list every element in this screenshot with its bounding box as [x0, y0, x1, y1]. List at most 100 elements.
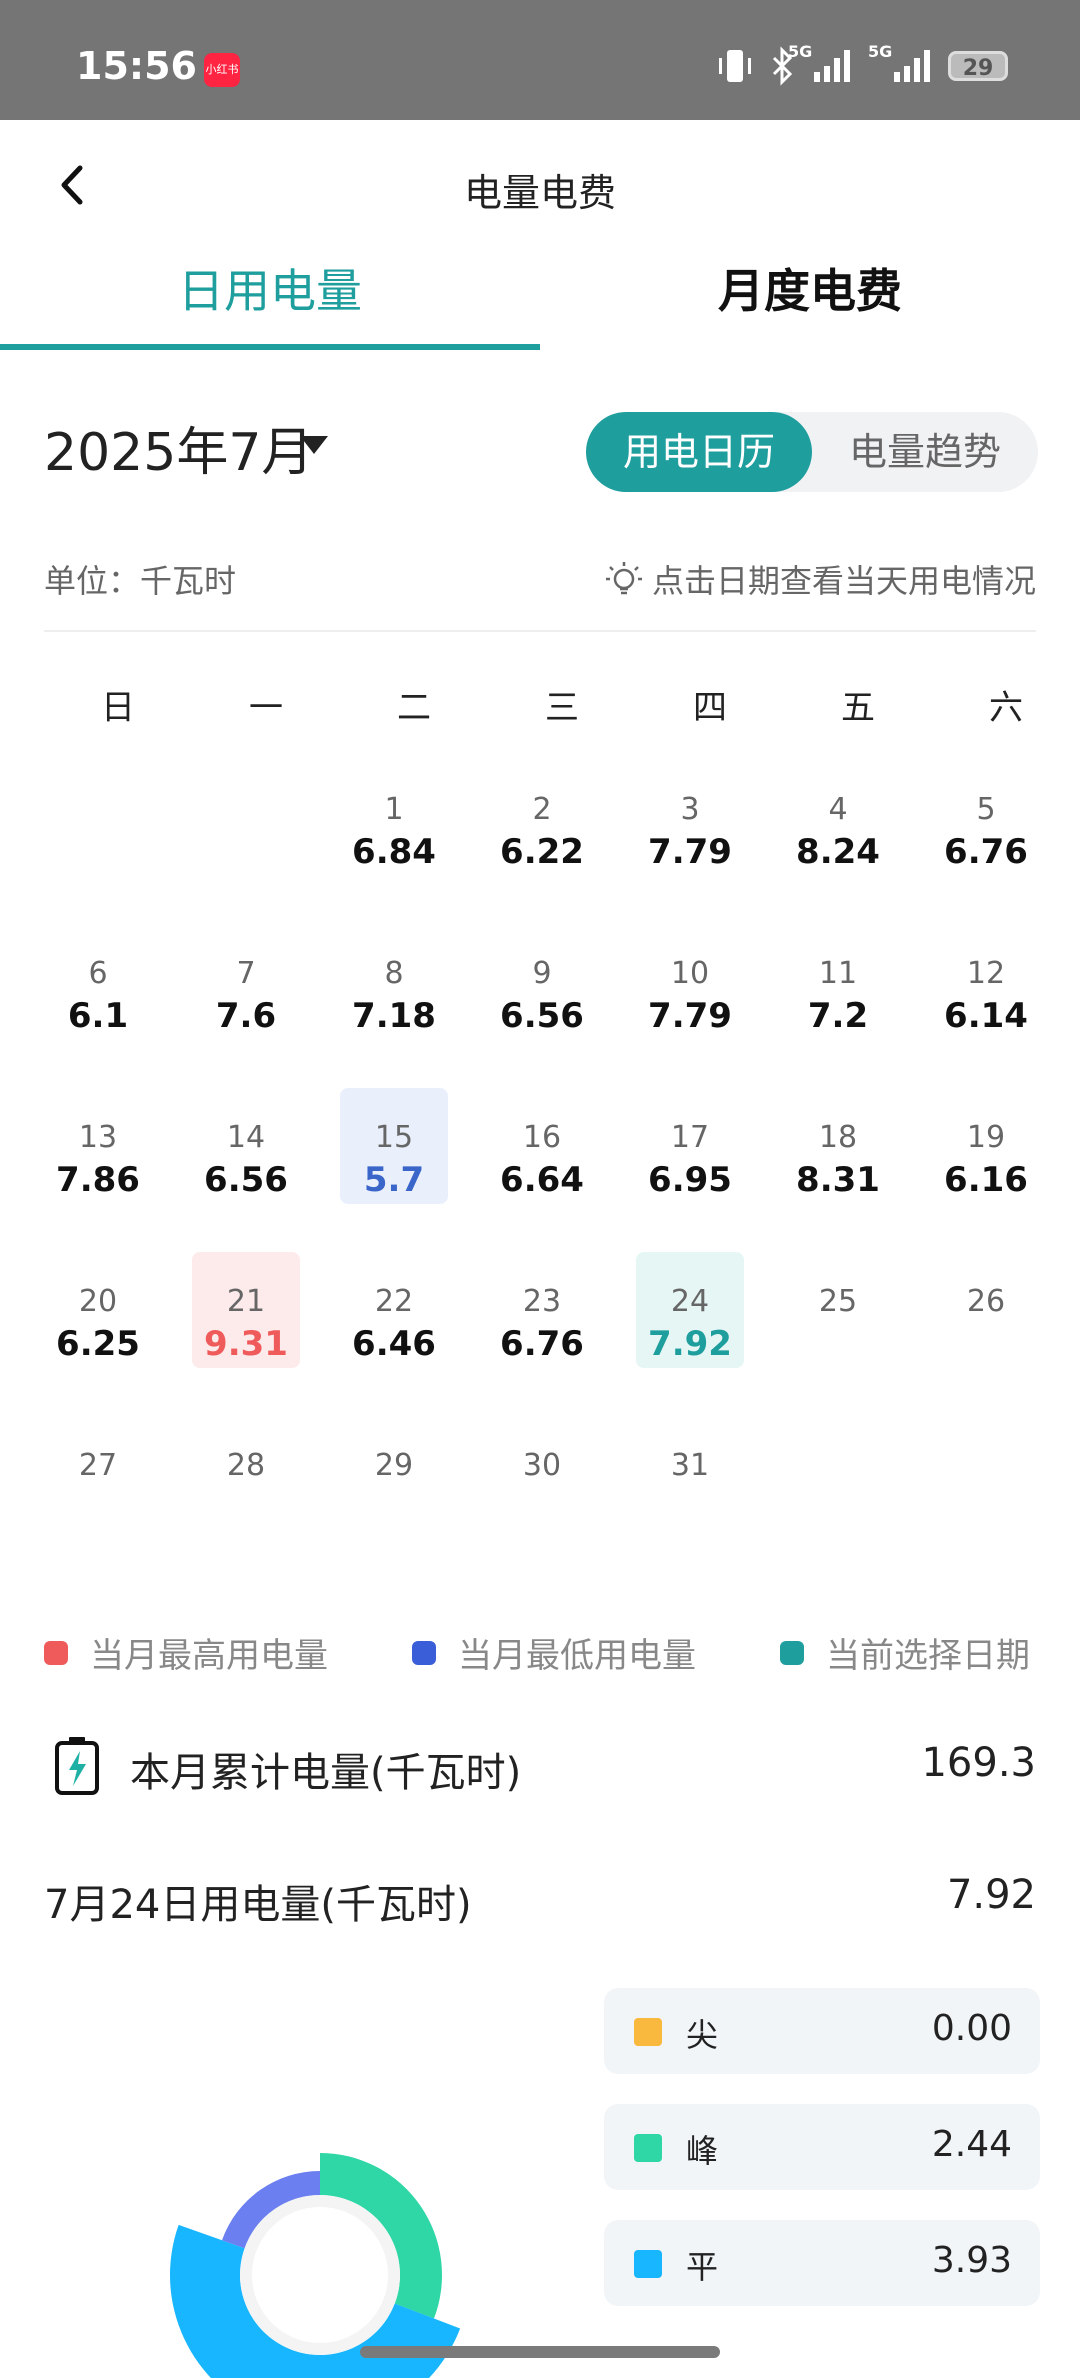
calendar-day[interactable]: 23 6.76 — [488, 1252, 596, 1368]
weekday-fri: 五 — [841, 688, 875, 728]
calendar-day-number: 5 — [976, 792, 996, 827]
toggle-trend[interactable]: 电量趋势 — [812, 412, 1038, 492]
calendar-day[interactable]: 18 8.31 — [784, 1088, 892, 1204]
calendar-day[interactable]: 7 7.6 — [192, 924, 300, 1040]
legend-selected-label: 当前选择日期 — [826, 1636, 1030, 1676]
calendar-day[interactable]: 12 6.14 — [932, 924, 1040, 1040]
calendar-day-number: 24 — [670, 1284, 710, 1319]
weekday-sun: 日 — [101, 688, 135, 728]
month-total-label: 本月累计电量(千瓦时) — [130, 1750, 522, 1796]
calendar-day[interactable]: 1 6.84 — [340, 760, 448, 876]
calendar-day[interactable]: 25 — [784, 1252, 892, 1368]
calendar-day[interactable]: 31 — [636, 1416, 744, 1532]
caret-down-icon[interactable] — [300, 436, 328, 454]
hint: 点击日期查看当天用电情况 — [604, 556, 1036, 602]
calendar-day-usage: 6.64 — [500, 1160, 584, 1200]
calendar-day-number: 2 — [532, 792, 552, 827]
calendar-day-number: 16 — [522, 1120, 562, 1155]
calendar-day-number: 10 — [670, 956, 710, 991]
calendar-day[interactable]: 3 7.79 — [636, 760, 744, 876]
calendar-day[interactable]: 9 6.56 — [488, 924, 596, 1040]
calendar-day[interactable]: 13 7.86 — [44, 1088, 152, 1204]
legend-high: 当月最高用电量 — [44, 1628, 328, 1677]
calendar-day-usage: 9.31 — [204, 1324, 288, 1364]
calendar-day[interactable]: 16 6.64 — [488, 1088, 596, 1204]
calendar-day-usage: 7.18 — [352, 996, 436, 1036]
weekday-header: 日 一 二 三 四 五 六 — [44, 680, 1080, 729]
calendar-day[interactable]: 10 7.79 — [636, 924, 744, 1040]
calendar-day-number: 1 — [384, 792, 404, 827]
calendar-day-usage: 6.16 — [944, 1160, 1028, 1200]
calendar-day[interactable]: 26 — [932, 1252, 1040, 1368]
calendar-day-usage: 7.79 — [648, 996, 732, 1036]
day-total-value: 7.92 — [946, 1872, 1036, 1918]
calendar-day-usage: 6.56 — [500, 996, 584, 1036]
calendar-day[interactable]: 29 — [340, 1416, 448, 1532]
calendar-day[interactable]: 4 8.24 — [784, 760, 892, 876]
tab-active-indicator — [0, 344, 540, 350]
calendar-day-usage: 7.92 — [648, 1324, 732, 1364]
status-bar: 15:56 小红书 5G 5G 29 — [0, 0, 1080, 120]
calendar-day[interactable]: 19 6.16 — [932, 1088, 1040, 1204]
tariff-swatch-peak — [634, 2134, 662, 2162]
calendar-day-number: 3 — [680, 792, 700, 827]
calendar-day-usage: 7.86 — [56, 1160, 140, 1200]
calendar-day-number: 20 — [78, 1284, 118, 1319]
calendar-day-number: 26 — [966, 1284, 1006, 1319]
weekday-thu: 四 — [693, 688, 727, 728]
calendar-day-usage: 6.25 — [56, 1324, 140, 1364]
calendar-day-number: 29 — [374, 1448, 414, 1483]
calendar-day[interactable]: 14 6.56 — [192, 1088, 300, 1204]
tariff-value: 3.93 — [931, 2240, 1012, 2281]
calendar-day-usage: 6.14 — [944, 996, 1028, 1036]
tariff-card-sharp: 尖 0.00 — [604, 1988, 1040, 2074]
toggle-calendar[interactable]: 用电日历 — [586, 412, 812, 492]
battery-charge-icon — [55, 1737, 99, 1795]
calendar-day[interactable]: 6 6.1 — [44, 924, 152, 1040]
weekday-mon: 一 — [249, 688, 283, 728]
calendar-day-number: 22 — [374, 1284, 414, 1319]
xiaohongshu-notification-icon: 小红书 — [204, 53, 240, 87]
tab-monthly-fee[interactable]: 月度电费 — [540, 255, 1080, 321]
legend-high-label: 当月最高用电量 — [90, 1636, 328, 1676]
home-indicator[interactable] — [360, 2346, 720, 2358]
unit-label: 单位：千瓦时 — [44, 562, 237, 600]
calendar-day-number: 4 — [828, 792, 848, 827]
legend-low-label: 当月最低用电量 — [458, 1636, 696, 1676]
calendar-day[interactable]: 2 6.22 — [488, 760, 596, 876]
weekday-sat: 六 — [989, 688, 1023, 728]
legend-high-swatch — [44, 1640, 68, 1665]
calendar-day-number: 13 — [78, 1120, 118, 1155]
calendar-day[interactable]: 21 9.31 — [192, 1252, 300, 1368]
calendar-day[interactable]: 15 5.7 — [340, 1088, 448, 1204]
usage-donut-chart — [160, 2110, 480, 2378]
calendar-day[interactable]: 30 — [488, 1416, 596, 1532]
month-picker[interactable]: 2025年7月 — [44, 410, 313, 485]
calendar-day[interactable]: 24 7.92 — [636, 1252, 744, 1368]
calendar-day-number: 9 — [532, 956, 552, 991]
tab-daily-usage[interactable]: 日用电量 — [0, 255, 540, 321]
donut-svg — [170, 2153, 461, 2378]
calendar-day-usage: 6.76 — [500, 1324, 584, 1364]
day-total-row: 7月24日用电量(千瓦时) 7.92 — [44, 1872, 1036, 1932]
calendar-day-number: 7 — [236, 956, 256, 991]
calendar-day-number: 19 — [966, 1120, 1006, 1155]
page-title: 电量电费 — [463, 171, 616, 215]
calendar-day-number: 14 — [226, 1120, 266, 1155]
tariff-card-flat: 平 3.93 — [604, 2220, 1040, 2306]
calendar-day[interactable]: 11 7.2 — [784, 924, 892, 1040]
calendar-day[interactable]: 28 — [192, 1416, 300, 1532]
legend-low: 当月最低用电量 — [412, 1628, 696, 1677]
calendar-day[interactable]: 20 6.25 — [44, 1252, 152, 1368]
calendar-day-usage: 8.31 — [796, 1160, 880, 1200]
calendar-day[interactable]: 27 — [44, 1416, 152, 1532]
calendar-day-number: 11 — [818, 956, 858, 991]
calendar-day[interactable]: 8 7.18 — [340, 924, 448, 1040]
calendar-day[interactable]: 22 6.46 — [340, 1252, 448, 1368]
calendar-day-usage: 6.95 — [648, 1160, 732, 1200]
lightbulb-icon — [605, 562, 642, 595]
calendar-day-number: 18 — [818, 1120, 858, 1155]
calendar-day[interactable]: 17 6.95 — [636, 1088, 744, 1204]
signal-5g-icon-2: 5G — [868, 42, 930, 82]
calendar-day[interactable]: 5 6.76 — [932, 760, 1040, 876]
